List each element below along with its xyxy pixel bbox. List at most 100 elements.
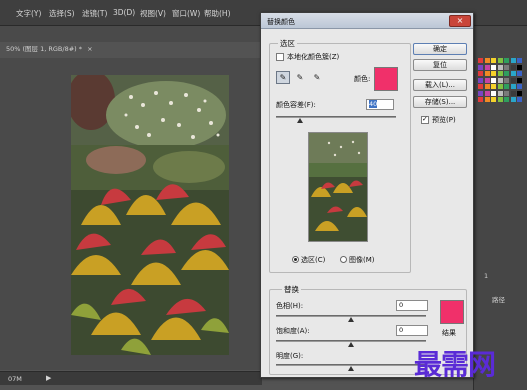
swatch-cell[interactable] <box>484 84 490 89</box>
swatch-cell[interactable] <box>484 64 490 70</box>
swatch-cell[interactable] <box>510 90 516 96</box>
flower-bed-photo <box>71 75 229 355</box>
eyedropper-icon[interactable]: ✎ <box>276 71 290 84</box>
swatch-cell[interactable] <box>491 64 496 70</box>
document-tab-close-icon[interactable]: × <box>87 45 92 53</box>
swatch-cell[interactable] <box>510 84 516 89</box>
lightness-slider-thumb[interactable] <box>348 366 354 371</box>
swatch-cell[interactable] <box>491 90 496 96</box>
swatches-panel[interactable] <box>478 58 524 106</box>
swatch-cell[interactable] <box>504 64 509 70</box>
swatch-cell[interactable] <box>484 90 490 96</box>
swatch-cell[interactable] <box>517 64 522 70</box>
menu-view[interactable]: 视图(V) <box>140 8 166 19</box>
eyedropper-minus-icon[interactable]: ✎ <box>310 71 324 84</box>
swatch-cell[interactable] <box>478 97 483 102</box>
swatch-cell[interactable] <box>504 71 509 76</box>
preview-label: 预览(P) <box>432 116 456 124</box>
swatch-cell[interactable] <box>478 71 483 76</box>
swatch-cell[interactable] <box>504 97 509 102</box>
swatch-cell[interactable] <box>491 71 496 76</box>
swatch-cell[interactable] <box>517 97 522 102</box>
saturation-label: 饱和度(A): <box>276 327 310 335</box>
zoom-readout: 07M <box>8 375 22 383</box>
result-color-swatch[interactable] <box>440 300 464 324</box>
selection-color-swatch[interactable] <box>374 67 398 91</box>
canvas-photo[interactable] <box>71 75 229 355</box>
ok-button[interactable]: 确定 <box>413 43 467 55</box>
swatch-cell[interactable] <box>517 58 522 63</box>
swatch-cell[interactable] <box>497 64 503 70</box>
selection-group-label: 选区 <box>278 38 297 49</box>
menu-window[interactable]: 窗口(W) <box>172 8 200 19</box>
document-tab[interactable]: 50% (图层 1, RGB/8#) * × <box>6 43 93 57</box>
localized-clusters-checkbox[interactable] <box>276 53 284 61</box>
menu-3d[interactable]: 3D(D) <box>113 8 135 17</box>
status-menu-arrow-icon[interactable]: ▶ <box>46 374 51 382</box>
menu-select[interactable]: 选择(S) <box>49 8 75 19</box>
close-button[interactable]: × <box>449 15 471 27</box>
saturation-input[interactable]: 0 <box>396 325 428 336</box>
fuzziness-slider-thumb[interactable] <box>297 118 303 123</box>
preview-checkbox[interactable] <box>421 115 429 124</box>
swatch-cell[interactable] <box>478 64 483 70</box>
color-label: 颜色: <box>354 75 371 83</box>
lightness-label: 明度(G): <box>276 352 304 360</box>
hue-slider-thumb[interactable] <box>348 317 354 322</box>
swatch-cell[interactable] <box>478 84 483 89</box>
swatch-cell[interactable] <box>478 90 483 96</box>
fuzziness-input[interactable]: 40 <box>366 99 394 110</box>
swatch-cell[interactable] <box>504 77 509 83</box>
swatch-cell[interactable] <box>497 97 503 102</box>
layer-name[interactable]: 1 <box>484 272 488 280</box>
save-button[interactable]: 存储(S)... <box>413 96 467 108</box>
paths-tab[interactable]: 路径 <box>492 294 505 304</box>
menu-filter[interactable]: 滤镜(T) <box>82 8 107 19</box>
swatch-cell[interactable] <box>484 77 490 83</box>
swatch-cell[interactable] <box>517 90 522 96</box>
localized-clusters-label: 本地化颜色簇(Z) <box>287 53 340 61</box>
swatch-cell[interactable] <box>497 84 503 89</box>
swatch-cell[interactable] <box>491 84 496 89</box>
menu-type[interactable]: 文字(Y) <box>16 8 41 19</box>
swatch-cell[interactable] <box>484 58 490 63</box>
swatch-cell[interactable] <box>510 64 516 70</box>
swatch-cell[interactable] <box>504 84 509 89</box>
menu-help[interactable]: 帮助(H) <box>204 8 231 19</box>
watermark-logo: 最需网 <box>414 348 496 381</box>
swatch-cell[interactable] <box>484 71 490 76</box>
selection-preview <box>308 132 368 242</box>
swatch-cell[interactable] <box>491 97 496 102</box>
view-image-radio[interactable] <box>340 256 347 263</box>
swatch-cell[interactable] <box>504 58 509 63</box>
dialog-title-bar[interactable]: 替换颜色 × <box>261 13 473 29</box>
swatch-cell[interactable] <box>510 58 516 63</box>
swatch-cell[interactable] <box>510 97 516 102</box>
reset-button[interactable]: 复位 <box>413 59 467 71</box>
view-selection-radio[interactable] <box>292 256 299 263</box>
swatch-cell[interactable] <box>510 71 516 76</box>
swatch-cell[interactable] <box>491 58 496 63</box>
swatch-cell[interactable] <box>497 71 503 76</box>
swatch-cell[interactable] <box>491 77 496 83</box>
replace-color-dialog: 替换颜色 × 选区 本地化颜色簇(Z) ✎ ✎ ✎ 颜色: 颜色容差(F): 4… <box>260 12 474 378</box>
swatch-cell[interactable] <box>478 77 483 83</box>
hue-input[interactable]: 0 <box>396 300 428 311</box>
load-button[interactable]: 载入(L)... <box>413 79 467 91</box>
swatch-cell[interactable] <box>497 77 503 83</box>
eyedropper-plus-icon[interactable]: ✎ <box>293 71 307 84</box>
replacement-group-label: 替换 <box>282 284 301 295</box>
swatch-cell[interactable] <box>510 77 516 83</box>
saturation-slider-thumb[interactable] <box>348 342 354 347</box>
fuzziness-slider-track[interactable] <box>276 116 396 118</box>
swatch-cell[interactable] <box>478 58 483 63</box>
swatch-cell[interactable] <box>517 71 522 76</box>
swatch-cell[interactable] <box>504 90 509 96</box>
swatch-cell[interactable] <box>517 84 522 89</box>
view-selection-label: 选区(C) <box>301 256 326 264</box>
result-label: 结果 <box>442 329 456 337</box>
swatch-cell[interactable] <box>497 90 503 96</box>
swatch-cell[interactable] <box>497 58 503 63</box>
swatch-cell[interactable] <box>517 77 522 83</box>
swatch-cell[interactable] <box>484 97 490 102</box>
